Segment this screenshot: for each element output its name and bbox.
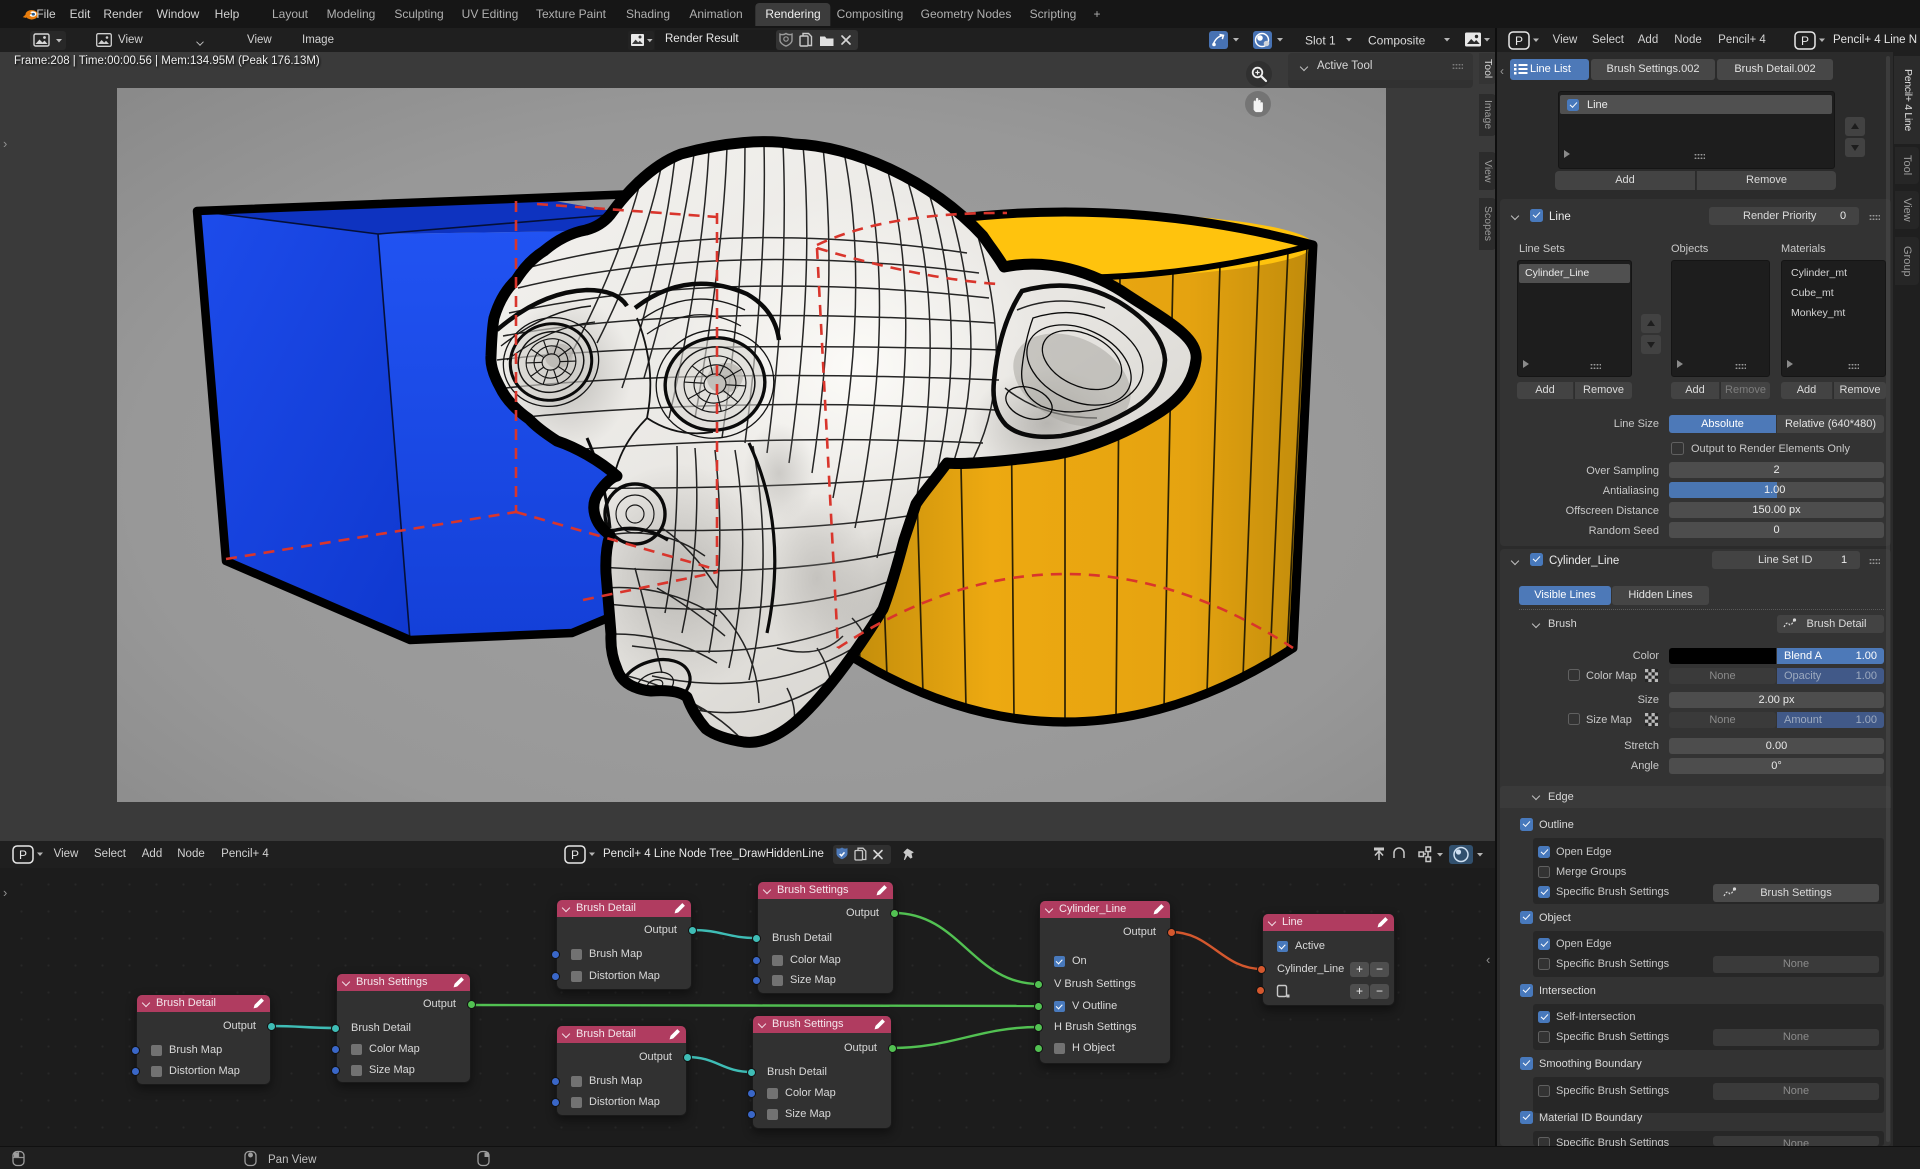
svg-text:P: P xyxy=(1801,34,1809,48)
svg-text:Composite: Composite xyxy=(1368,34,1426,48)
svg-text:P: P xyxy=(1515,34,1523,48)
svg-text:Pan View: Pan View xyxy=(268,1154,317,1166)
svg-text:Slot 1: Slot 1 xyxy=(1305,34,1336,48)
svg-text:P: P xyxy=(19,848,27,862)
svg-text:P: P xyxy=(571,848,579,862)
